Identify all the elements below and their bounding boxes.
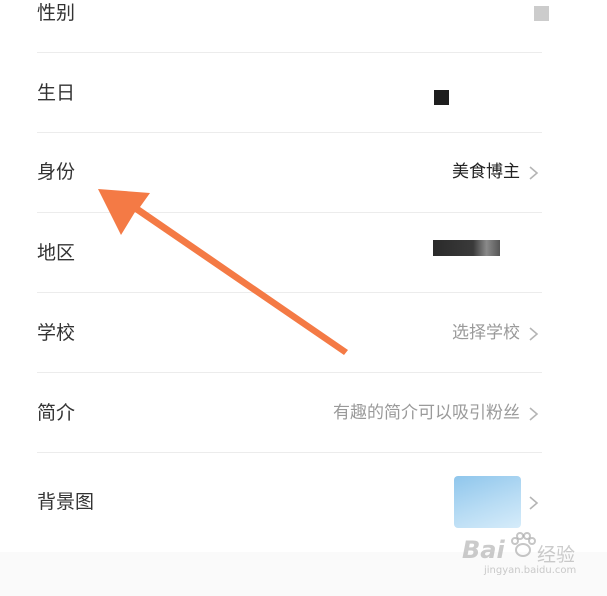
watermark-url: jingyan.baidu.com xyxy=(484,565,577,576)
baidu-paw-icon xyxy=(511,532,536,557)
annotation-arrow xyxy=(98,189,348,355)
watermark-brand: Bai xyxy=(462,536,505,564)
watermark-brand-cn: 经验 xyxy=(537,544,576,566)
